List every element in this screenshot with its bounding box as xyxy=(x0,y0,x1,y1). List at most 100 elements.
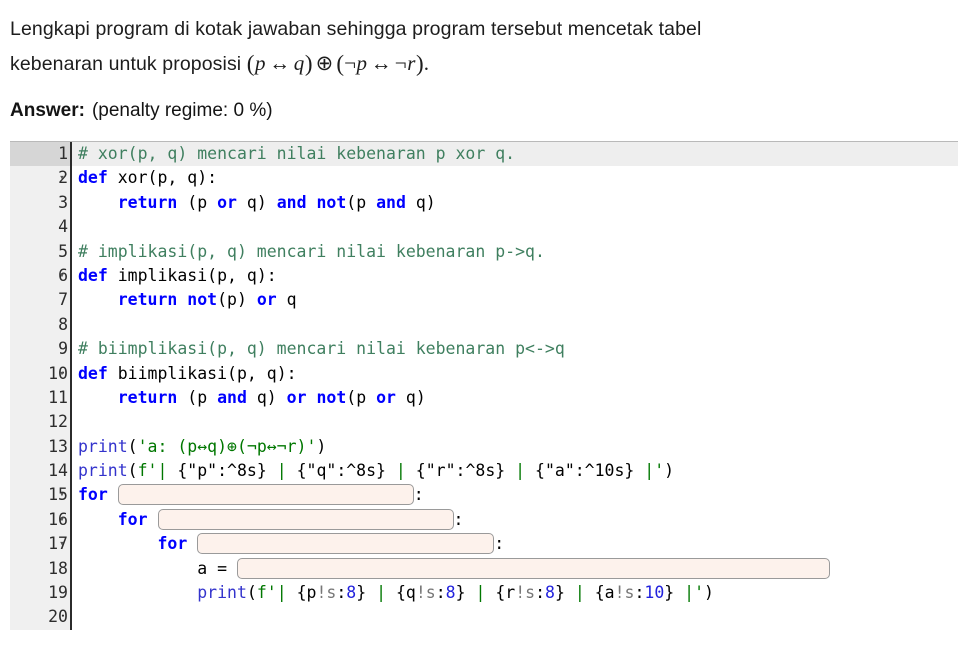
code-content-8[interactable] xyxy=(72,313,958,337)
fold-arrow-icon[interactable]: ▾ xyxy=(57,166,67,190)
code-line-11: 11 return (p and q) or not(p or q) xyxy=(10,385,958,411)
fold-arrow-icon[interactable]: ▾ xyxy=(57,362,67,386)
plain-token: q) xyxy=(236,192,277,212)
number-token: 8 xyxy=(445,583,456,603)
code-content-7[interactable]: return not(p) or q xyxy=(72,288,958,312)
builtin-token: print xyxy=(197,583,247,603)
format-close: } xyxy=(664,583,675,603)
string-token xyxy=(287,583,297,602)
gutter-15: 15 ▾ xyxy=(10,483,70,508)
prompt-line-1: Lengkapi program di kotak jawaban sehing… xyxy=(10,18,702,40)
line-number: 19 xyxy=(48,583,68,603)
code-content-15[interactable]: for : xyxy=(72,483,958,507)
answer-header: Answer: (penalty regime: 0 %) xyxy=(0,81,958,135)
math-open-paren-1: ( xyxy=(246,51,255,76)
answer-input-for-2[interactable] xyxy=(157,508,454,530)
code-content-3[interactable]: return (p or q) and not(p and q) xyxy=(72,191,958,215)
format-field: {p xyxy=(296,583,317,603)
keyword-token: or xyxy=(376,387,396,407)
string-token xyxy=(525,461,535,480)
keyword-token: def xyxy=(78,363,108,383)
format-spec-token: {"q":^8s} xyxy=(296,461,386,481)
code-content-19[interactable]: print(f'| {p!s:8} | {q!s:8} | {r!s:8} | … xyxy=(72,581,958,605)
keyword-token: return xyxy=(117,387,178,407)
code-content-10[interactable]: def biimplikasi(p, q): xyxy=(72,362,958,386)
code-content-2[interactable]: def xor(p, q): xyxy=(72,166,958,190)
string-token xyxy=(674,583,684,602)
code-line-13: 13 print('a: (p↔q)⊕(¬p↔¬r)') xyxy=(10,434,958,460)
math-not-1-icon: ¬ xyxy=(344,51,357,75)
string-token: | xyxy=(157,461,168,481)
code-content-18[interactable]: a = xyxy=(72,557,958,581)
code-content-13[interactable]: print('a: (p↔q)⊕(¬p↔¬r)') xyxy=(72,435,958,459)
fold-arrow-icon[interactable]: ▾ xyxy=(57,508,67,532)
string-token xyxy=(267,461,277,480)
gutter-2: 2 ▾ xyxy=(10,166,70,191)
code-content-16[interactable]: for : xyxy=(72,508,958,532)
math-xor-icon: ⊕ xyxy=(315,51,334,75)
gutter-1: 1 xyxy=(10,142,70,167)
format-spec-token: {"r":^8s} xyxy=(415,461,506,481)
code-line-8: 8 xyxy=(10,312,958,338)
code-line-2: 2 ▾ def xor(p, q): xyxy=(10,166,958,191)
gutter-5: 5 xyxy=(10,239,70,264)
prompt-line-2: kebenaran untuk proposisi (p ↔ q) ⊕ (¬p ↔ ¬r). xyxy=(10,46,944,81)
number-token: 10 xyxy=(644,583,665,603)
fold-arrow-icon[interactable]: ▾ xyxy=(57,532,67,556)
code-content-1[interactable]: # xor(p, q) mencari nilai kebenaran p xo… xyxy=(72,142,958,167)
format-field: {a xyxy=(594,583,615,603)
code-content-20[interactable] xyxy=(72,605,958,629)
code-content-5[interactable]: # implikasi(p, q) mencari nilai kebenara… xyxy=(72,240,958,264)
keyword-token: for xyxy=(157,534,188,554)
keyword-token: return xyxy=(117,290,178,310)
gutter-12: 12 xyxy=(10,410,70,435)
format-colon: : xyxy=(634,583,645,603)
prompt-line-2-text: kebenaran untuk proposisi xyxy=(10,53,247,75)
gutter-17: 17 ▾ xyxy=(10,532,70,557)
plain-token: (p xyxy=(177,387,218,407)
format-spec-token: {"a":^10s} xyxy=(535,461,635,481)
string-token: | xyxy=(644,461,655,481)
string-token xyxy=(386,461,396,480)
line-number: 20 xyxy=(48,607,68,627)
code-content-4[interactable] xyxy=(72,215,958,239)
plain-token: ) xyxy=(704,583,714,603)
math-var-p1: p xyxy=(255,51,266,75)
string-token xyxy=(634,461,644,480)
math-var-q1: q xyxy=(293,51,305,75)
gutter-4: 4 xyxy=(10,215,70,240)
code-content-9[interactable]: # biimplikasi(p, q) mencari nilai kebena… xyxy=(72,337,958,361)
format-close: } xyxy=(554,583,565,603)
fold-arrow-icon[interactable]: ▾ xyxy=(57,483,67,507)
keyword-token: for xyxy=(78,485,108,505)
answer-input-for-3[interactable] xyxy=(197,533,495,555)
gutter-19: 19 xyxy=(10,581,70,606)
answer-input-for-1[interactable] xyxy=(117,484,414,506)
code-content-14[interactable]: print(f'| {"p":^8s} | {"q":^8s} | {"r":^… xyxy=(72,459,958,483)
code-content-17[interactable]: for : xyxy=(72,532,958,556)
code-editor[interactable]: 1 # xor(p, q) mencari nilai kebenaran p … xyxy=(10,141,958,642)
code-content-12[interactable] xyxy=(72,410,958,434)
plain-token: (p xyxy=(177,192,218,212)
code-content-11[interactable]: return (p and q) or not(p or q) xyxy=(72,386,958,410)
math-close-paren-1: ) xyxy=(304,51,313,76)
math-expression: (p ↔ q) ⊕ (¬p ↔ ¬r). xyxy=(246,51,429,76)
keyword-token: or xyxy=(217,192,237,212)
code-content-6[interactable]: def implikasi(p, q): xyxy=(72,264,958,288)
question-prompt: Lengkapi program di kotak jawaban sehing… xyxy=(0,0,958,81)
plain-token: ) xyxy=(664,461,675,481)
plain-token: (p xyxy=(346,387,377,407)
conversion-flag: !s xyxy=(515,583,536,603)
fold-arrow-icon[interactable]: ▾ xyxy=(57,264,67,288)
assign-token: a = xyxy=(197,558,237,578)
string-token xyxy=(466,583,476,602)
answer-input-assign[interactable] xyxy=(236,557,830,579)
